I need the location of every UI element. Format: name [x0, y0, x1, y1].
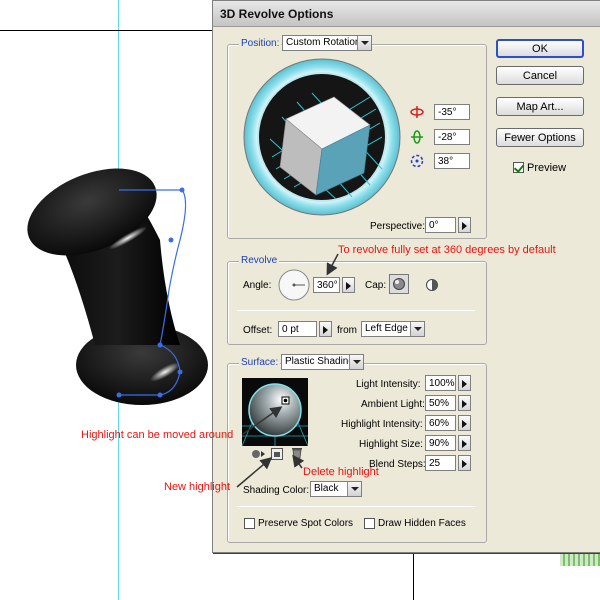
light-intensity-label: Light Intensity:: [356, 379, 421, 390]
dialog-titlebar[interactable]: 3D Revolve Options: [213, 1, 600, 27]
rotate-z-icon: [410, 154, 424, 168]
light-intensity-value: 100%: [429, 378, 455, 389]
preview-checkbox[interactable]: [513, 162, 524, 173]
cap-on-icon: [393, 278, 405, 290]
angle-dial[interactable]: [277, 268, 311, 302]
offset-field[interactable]: 0 pt: [278, 321, 317, 337]
corner-artwork-fragment: [560, 554, 600, 566]
annotation-delete-highlight: Delete highlight: [303, 466, 379, 478]
offset-label: Offset:: [243, 325, 273, 336]
rotation-track-cube[interactable]: [242, 57, 402, 217]
ambient-light-field[interactable]: 50%: [425, 395, 456, 411]
annotation-new-highlight: New highlight: [164, 481, 231, 493]
delete-light-icon[interactable]: [291, 447, 303, 459]
light-intensity-slider-button[interactable]: [458, 375, 471, 391]
shading-color-select[interactable]: Black: [310, 481, 362, 497]
surface-label: Surface:: [239, 357, 281, 368]
rotate-x-icon: [410, 106, 424, 118]
angle-value: 360°: [317, 280, 338, 291]
surface-type-select[interactable]: Plastic Shading: [281, 354, 364, 370]
rotation-x-value: -35°: [438, 107, 457, 118]
lighting-sphere-preview[interactable]: [242, 378, 308, 446]
annotation-revolve-note: To revolve fully set at 360 degrees by d…: [338, 244, 556, 256]
move-light-back-icon[interactable]: [250, 448, 266, 460]
rotation-x-field[interactable]: -35°: [434, 104, 470, 120]
preview-label: Preview: [527, 162, 567, 174]
chevron-down-icon: [349, 355, 363, 369]
preserve-spot-colors-checkbox[interactable]: [244, 518, 255, 529]
position-preset-value: Custom Rotation: [286, 37, 361, 48]
shading-color-value: Black: [314, 483, 339, 494]
annotation-highlight-moved: Highlight can be moved around: [81, 429, 234, 441]
ambient-light-value: 50%: [429, 398, 450, 409]
from-edge-select[interactable]: Left Edge: [361, 321, 425, 337]
revolve-separator: [237, 310, 475, 311]
highlight-size-label: Highlight Size:: [359, 439, 423, 450]
highlight-size-slider-button[interactable]: [458, 435, 471, 451]
perspective-field[interactable]: 0°: [425, 217, 456, 233]
map-art-button[interactable]: Map Art...: [496, 97, 584, 116]
perspective-label: Perspective:: [370, 221, 426, 232]
from-label: from: [337, 325, 357, 336]
surface-separator: [237, 506, 475, 507]
3d-revolve-options-dialog: 3D Revolve Options Position: Custom Rota…: [212, 0, 600, 553]
highlight-intensity-slider-button[interactable]: [458, 415, 471, 431]
highlight-intensity-field[interactable]: 60%: [425, 415, 456, 431]
light-intensity-field[interactable]: 100%: [425, 375, 456, 391]
artboard-right-edge: [413, 553, 414, 600]
chevron-down-icon: [410, 322, 424, 336]
angle-field[interactable]: 360°: [313, 277, 340, 293]
rotate-y-icon: [411, 130, 423, 144]
blend-steps-value: 25: [429, 458, 441, 469]
pushpin-artwork: [27, 168, 208, 405]
perspective-slider-button[interactable]: [458, 217, 471, 233]
perspective-value: 0°: [429, 220, 439, 231]
ok-button[interactable]: OK: [496, 39, 584, 58]
rotation-y-value: -28°: [438, 132, 457, 143]
cancel-button[interactable]: Cancel: [496, 66, 584, 85]
surface-type-value: Plastic Shading: [285, 356, 354, 367]
from-edge-value: Left Edge: [365, 323, 408, 334]
cap-label: Cap:: [365, 280, 387, 291]
draw-hidden-faces-checkbox[interactable]: [364, 518, 375, 529]
chevron-down-icon: [357, 36, 371, 50]
new-light-icon[interactable]: [271, 448, 283, 460]
preserve-spot-colors-label: Preserve Spot Colors: [258, 518, 354, 529]
highlight-size-field[interactable]: 90%: [425, 435, 456, 451]
blend-steps-slider-button[interactable]: [458, 455, 471, 471]
highlight-size-value: 90%: [429, 438, 450, 449]
offset-slider-button[interactable]: [319, 321, 332, 337]
revolve-label: Revolve: [239, 255, 280, 266]
draw-hidden-faces-label: Draw Hidden Faces: [378, 518, 466, 529]
position-label: Position:: [239, 38, 282, 49]
rotation-z-field[interactable]: 38°: [434, 153, 470, 169]
angle-slider-button[interactable]: [342, 277, 355, 293]
highlight-intensity-label: Highlight Intensity:: [341, 419, 423, 430]
offset-value: 0 pt: [282, 324, 299, 335]
blend-steps-field[interactable]: 25: [425, 455, 456, 471]
angle-label: Angle:: [243, 280, 272, 291]
cap-on-button[interactable]: [389, 274, 409, 294]
cap-off-icon[interactable]: [423, 276, 441, 294]
ambient-light-label: Ambient Light:: [361, 399, 425, 410]
chevron-down-icon: [347, 482, 361, 496]
fewer-options-button[interactable]: Fewer Options: [496, 128, 584, 147]
dialog-title: 3D Revolve Options: [220, 7, 334, 21]
rotation-z-value: 38°: [438, 156, 454, 167]
ambient-light-slider-button[interactable]: [458, 395, 471, 411]
shading-color-label: Shading Color:: [243, 485, 310, 496]
rotation-y-field[interactable]: -28°: [434, 129, 470, 145]
highlight-intensity-value: 60%: [429, 418, 450, 429]
position-preset-select[interactable]: Custom Rotation: [282, 35, 372, 51]
